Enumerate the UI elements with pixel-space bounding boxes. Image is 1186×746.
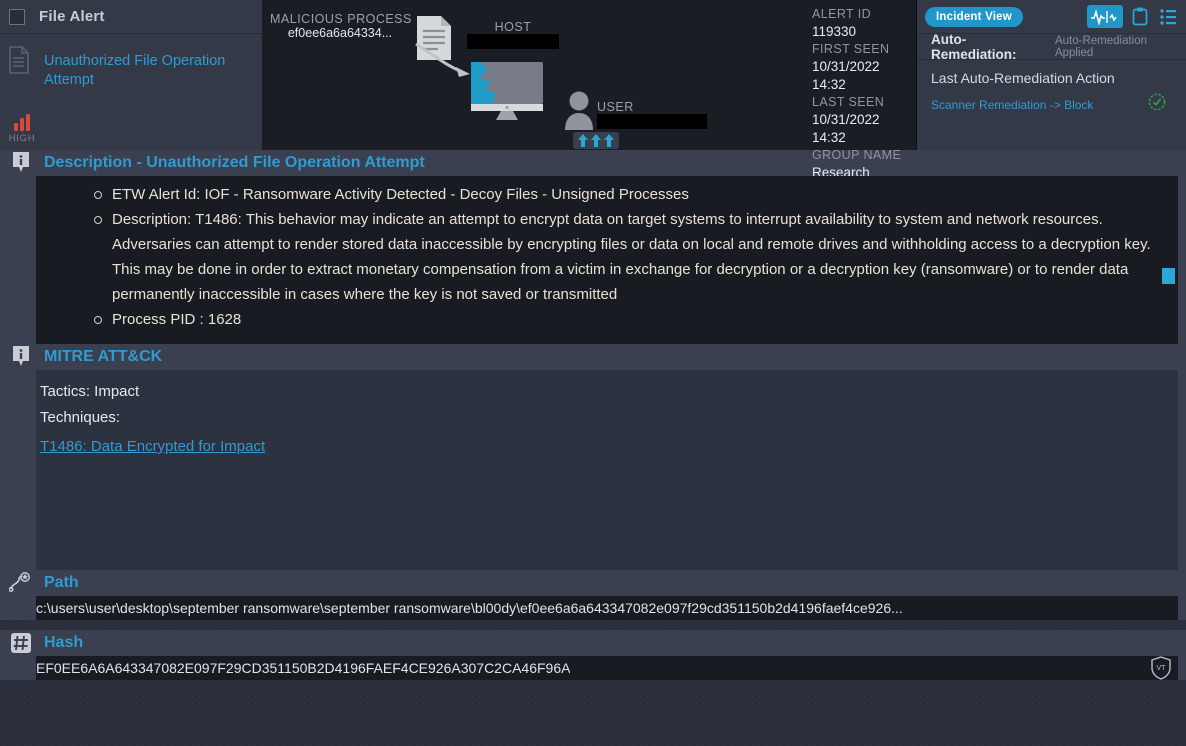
user-node[interactable]: USER bbox=[597, 100, 707, 134]
entity-graph-panel: MALICIOUS PROCESS ef0ee6a6a64334... HOST… bbox=[262, 0, 917, 180]
hash-section: Hash EF0EE6A6A643347082E097F29CD351150B2… bbox=[0, 630, 1186, 680]
remediation-panel: Incident View Auto-Remediation: Auto-Rem… bbox=[917, 0, 1186, 150]
auto-remediation-label: Auto-Remediation: bbox=[931, 31, 1017, 62]
alert-id-label: ALERT ID bbox=[812, 7, 872, 21]
auto-remediation-row: Auto-Remediation: Auto-Remediation Appli… bbox=[917, 31, 1186, 62]
alert-select-checkbox[interactable] bbox=[9, 8, 25, 25]
hash-section-header: Hash bbox=[0, 630, 1186, 656]
last-seen-value: 10/31/2022 14:32 bbox=[812, 112, 880, 145]
hash-title: Hash bbox=[44, 634, 84, 651]
svg-text:VT: VT bbox=[1157, 665, 1167, 672]
mitre-tactics: Tactics: Impact bbox=[40, 383, 140, 400]
auto-remediation-status: Auto-Remediation Applied bbox=[1054, 34, 1148, 59]
remediation-header: Incident View bbox=[917, 0, 1186, 34]
user-label: USER bbox=[597, 100, 634, 114]
hash-icon bbox=[6, 632, 36, 654]
group-name-label: GROUP NAME bbox=[812, 148, 902, 162]
description-title: Description - Unauthorized File Operatio… bbox=[44, 154, 425, 171]
section-divider bbox=[0, 620, 1186, 630]
checklist-icon[interactable] bbox=[1156, 5, 1179, 28]
alert-card-body: Unauthorized File Operation Attempt HIGH bbox=[0, 34, 262, 150]
alert-id-value: 119330 bbox=[812, 24, 857, 39]
description-section-header: Description - Unauthorized File Operatio… bbox=[0, 150, 1186, 176]
description-body[interactable]: ETW Alert Id: IOF - Ransomware Activity … bbox=[36, 176, 1178, 344]
severity-label: HIGH bbox=[8, 133, 36, 144]
alert-card: File Alert Unauthorized File Operation A… bbox=[0, 0, 262, 150]
virustotal-shield-icon[interactable]: VT bbox=[1148, 655, 1174, 681]
incident-view-button[interactable]: Incident View bbox=[925, 6, 1023, 27]
check-circle-icon bbox=[1148, 93, 1166, 116]
malicious-process-label: MALICIOUS PROCESS bbox=[270, 12, 412, 26]
clipboard-icon[interactable] bbox=[1128, 5, 1151, 28]
last-action-value[interactable]: Scanner Remediation -> Block bbox=[931, 98, 1093, 112]
top-region: File Alert Unauthorized File Operation A… bbox=[0, 0, 1186, 180]
host-label: HOST bbox=[494, 20, 532, 34]
mitre-section: MITRE ATT&CK Tactics: Impact Techniques:… bbox=[0, 344, 1186, 570]
document-icon bbox=[8, 46, 30, 79]
severity-bars-icon bbox=[6, 114, 38, 131]
info-bubble-icon bbox=[6, 151, 36, 175]
first-seen-value: 10/31/2022 14:32 bbox=[812, 59, 880, 92]
description-bullet-1: ETW Alert Id: IOF - Ransomware Activity … bbox=[94, 182, 1162, 207]
path-title: Path bbox=[44, 574, 79, 591]
path-route-icon bbox=[6, 572, 36, 594]
severity-indicator: HIGH bbox=[6, 114, 38, 144]
info-bubble-icon bbox=[6, 345, 36, 369]
alert-card-title: File Alert bbox=[39, 8, 105, 25]
header-icon-buttons bbox=[1087, 5, 1179, 28]
mitre-body: Tactics: Impact Techniques: T1486: Data … bbox=[36, 370, 1178, 570]
hash-value: EF0EE6A6A643347082E097F29CD351150B2D4196… bbox=[36, 660, 571, 676]
mitre-technique-link[interactable]: T1486: Data Encrypted for Impact bbox=[40, 434, 265, 460]
mitre-title: MITRE ATT&CK bbox=[44, 348, 163, 365]
path-section: Path c:\users\user\desktop\september ran… bbox=[0, 570, 1186, 620]
last-action-heading: Last Auto-Remediation Action bbox=[931, 70, 1115, 86]
person-avatar-icon[interactable] bbox=[562, 90, 596, 135]
alert-card-title-bar: File Alert bbox=[0, 0, 262, 34]
mitre-techniques-label: Techniques: bbox=[40, 409, 121, 426]
description-section: Description - Unauthorized File Operatio… bbox=[0, 150, 1186, 344]
last-seen-label: LAST SEEN bbox=[812, 95, 885, 109]
desktop-monitor-icon[interactable] bbox=[471, 62, 543, 125]
last-action-row: Scanner Remediation -> Block bbox=[931, 93, 1174, 116]
mitre-section-header: MITRE ATT&CK bbox=[0, 344, 1186, 370]
hash-value-box[interactable]: EF0EE6A6A643347082E097F29CD351150B2D4196… bbox=[36, 656, 1178, 680]
user-value-redacted bbox=[597, 114, 707, 129]
host-value-redacted bbox=[467, 34, 559, 49]
first-seen-label: FIRST SEEN bbox=[812, 42, 890, 56]
description-scrollbar-thumb[interactable] bbox=[1162, 268, 1175, 284]
last-action-block: Last Auto-Remediation Action Scanner Rem… bbox=[917, 60, 1186, 116]
path-value: c:\users\user\desktop\september ransomwa… bbox=[36, 600, 903, 616]
path-section-header: Path bbox=[0, 570, 1186, 596]
malicious-process-node[interactable]: MALICIOUS PROCESS ef0ee6a6a64334... bbox=[270, 12, 412, 40]
alert-metadata-list: ALERT ID 119330 FIRST SEEN 10/31/2022 14… bbox=[812, 6, 916, 182]
triple-up-arrows-icon[interactable] bbox=[573, 132, 619, 149]
host-node[interactable]: HOST bbox=[458, 20, 568, 54]
description-bullet-2: Description: T1486: This behavior may in… bbox=[94, 207, 1162, 307]
activity-pulse-dropdown-icon[interactable] bbox=[1087, 5, 1123, 28]
description-bullet-3: Process PID : 1628 bbox=[94, 307, 1162, 332]
path-value-box[interactable]: c:\users\user\desktop\september ransomwa… bbox=[36, 596, 1178, 620]
malicious-process-value: ef0ee6a6a64334... bbox=[287, 26, 393, 40]
alert-name-link[interactable]: Unauthorized File Operation Attempt bbox=[44, 52, 244, 90]
description-bullet-list: ETW Alert Id: IOF - Ransomware Activity … bbox=[94, 182, 1162, 332]
